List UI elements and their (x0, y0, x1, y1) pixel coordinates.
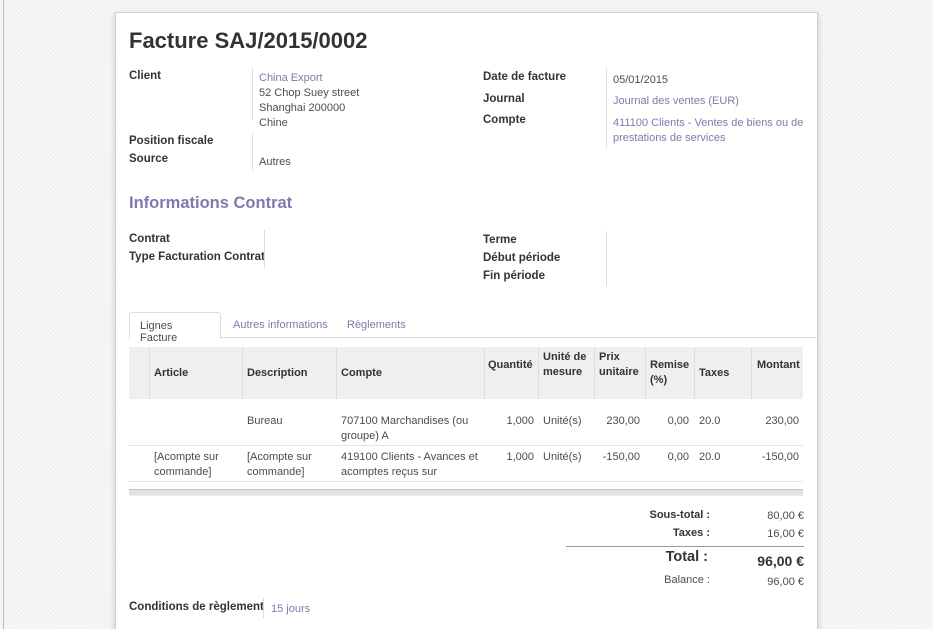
cell-taxes: 20.0 (699, 415, 721, 427)
tab-invoice-lines[interactable]: Lignes Facture (129, 312, 221, 344)
column-divider (484, 347, 485, 399)
contract-label: Contrat (129, 233, 170, 245)
column-header-account[interactable]: Compte (341, 366, 382, 381)
term-label: Terme (483, 234, 517, 246)
invoice-date-value: 05/01/2015 (613, 74, 669, 86)
column-divider (538, 347, 539, 399)
totals-divider (566, 546, 804, 547)
notebook-tabs: Lignes Facture Autres informations Règle… (129, 312, 819, 344)
column-header-article[interactable]: Article (154, 366, 188, 381)
column-divider (149, 347, 150, 399)
fiscal-position-label: Position fiscale (129, 135, 214, 147)
column-divider (751, 347, 752, 399)
balance-label: Balance : (664, 574, 710, 586)
cell-amount: -150,00 (761, 451, 799, 463)
field-divider (606, 231, 607, 286)
cell-article: [Acompte sur (154, 451, 219, 463)
column-header-quantity[interactable]: Quantité (488, 358, 533, 373)
payment-terms-label: Conditions de règlement (129, 601, 264, 613)
subtotal-value: 80,00 € (767, 510, 804, 522)
cell-unit: Unité(s) (543, 451, 582, 463)
page-edge (3, 0, 4, 629)
grand-total-label: Total : (665, 549, 708, 565)
invoice-date-label: Date de facture (483, 71, 567, 83)
cell-taxes: 20.0 (699, 451, 721, 463)
column-divider (594, 347, 595, 399)
column-divider (242, 347, 243, 399)
column-header-unit-price[interactable]: Prix (599, 350, 620, 365)
cell-quantity: 1,000 (506, 415, 534, 427)
journal-link[interactable]: Journal des ventes (EUR) (613, 94, 739, 109)
account-link-cont[interactable]: prestations de services (613, 131, 726, 146)
column-divider (645, 347, 646, 399)
column-header-unit[interactable]: Unité de (543, 350, 586, 365)
column-header-discount[interactable]: Remise (650, 358, 689, 373)
client-address-line: 52 Chop Suey street (259, 87, 360, 99)
client-name-link[interactable]: China Export (259, 71, 323, 86)
column-divider (336, 347, 337, 399)
account-label: Compte (483, 114, 526, 126)
payment-terms-link[interactable]: 15 jours (271, 602, 310, 617)
field-divider (252, 133, 253, 171)
source-label: Source (129, 153, 168, 165)
client-address-line: Chine (259, 117, 288, 129)
cell-description: Bureau (247, 415, 283, 427)
cell-quantity: 1,000 (506, 451, 534, 463)
column-header-taxes[interactable]: Taxes (699, 366, 729, 381)
taxes-total-label: Taxes : (672, 527, 710, 539)
field-divider (263, 598, 264, 618)
cell-description: [Acompte sur (247, 451, 312, 463)
tab-other-info[interactable]: Autres informations (223, 312, 338, 339)
cell-unit: Unité(s) (543, 415, 582, 427)
source-value: Autres (259, 156, 291, 168)
table-row[interactable]: [Acompte sur commande] [Acompte sur comm… (129, 446, 803, 482)
client-address-line: Shanghai 200000 (259, 102, 346, 114)
column-header-unit-cont[interactable]: mesure (543, 365, 582, 380)
column-header-description[interactable]: Description (247, 366, 308, 381)
client-label: Client (129, 70, 161, 82)
cell-unit-price: 230,00 (606, 415, 640, 427)
period-end-label: Fin période (483, 270, 545, 282)
field-divider (264, 230, 265, 268)
cell-article-cont: commande] (154, 466, 212, 478)
cell-description-cont: commande] (247, 466, 305, 478)
cell-unit-price: -150,00 (602, 451, 640, 463)
section-title-contract: Informations Contrat (129, 194, 293, 212)
table-footer (129, 489, 803, 496)
cell-account-cont: groupe) A (341, 430, 389, 442)
invoice-form-sheet: Facture SAJ/2015/0002 Client China Expor… (115, 12, 819, 629)
grand-total-value: 96,00 € (757, 553, 804, 569)
subtotal-label: Sous-total : (649, 509, 711, 521)
balance-value: 96,00 € (767, 576, 804, 588)
table-header: Article Description Compte Quantité Unit… (129, 347, 803, 399)
cell-amount: 230,00 (765, 415, 799, 427)
cell-account: 707100 Marchandises (ou (341, 415, 469, 427)
field-divider (252, 68, 253, 120)
period-start-label: Début période (483, 252, 561, 264)
column-header-amount[interactable]: Montant (757, 358, 800, 373)
billing-type-label: Type Facturation Contrat (129, 251, 265, 263)
cell-discount: 0,00 (667, 415, 689, 427)
column-divider (694, 347, 695, 399)
page-title: Facture SAJ/2015/0002 (129, 28, 368, 53)
table-row[interactable]: Bureau 707100 Marchandises (ou groupe) A… (129, 410, 803, 446)
column-header-discount-cont[interactable]: (%) (650, 373, 667, 388)
cell-account: 419100 Clients - Avances et (341, 451, 478, 463)
cell-discount: 0,00 (667, 451, 689, 463)
tab-payments[interactable]: Règlements (337, 312, 416, 339)
journal-label: Journal (483, 93, 525, 105)
column-header-unit-price-cont[interactable]: unitaire (599, 365, 639, 380)
field-divider (606, 68, 607, 148)
account-link[interactable]: 411100 Clients - Ventes de biens ou de (613, 116, 803, 131)
cell-account-cont: acomptes reçus sur (341, 466, 437, 478)
taxes-total-value: 16,00 € (767, 528, 804, 540)
